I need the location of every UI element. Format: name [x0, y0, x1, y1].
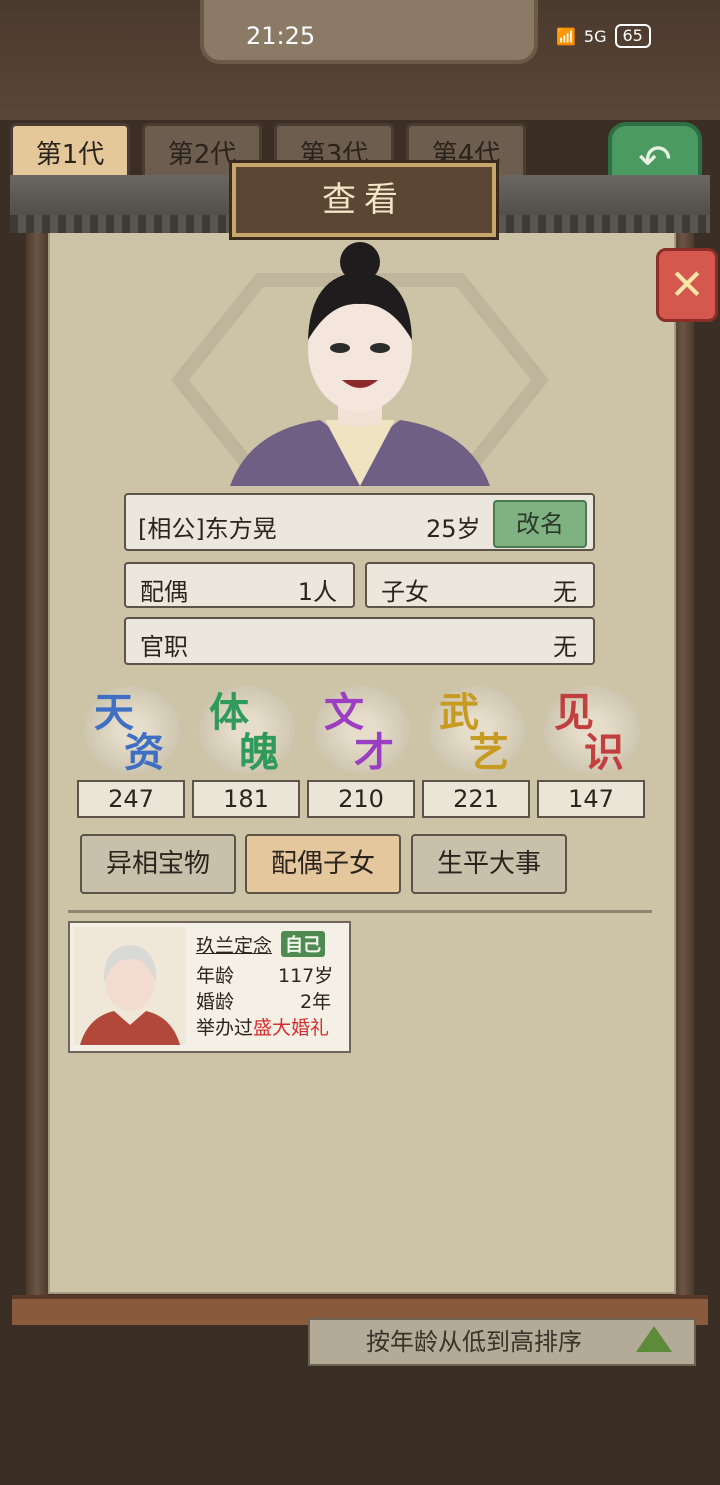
name-box: [相公]东方晃 25岁 改名	[124, 493, 595, 551]
attribute-value-insight: 147	[537, 780, 645, 818]
battery-icon: 65	[614, 24, 651, 48]
close-button[interactable]: ✕	[656, 248, 718, 322]
spouse-value: 1人	[297, 578, 337, 606]
attribute-value-talent: 247	[77, 780, 185, 818]
attribute-value-literature: 210	[307, 780, 415, 818]
tab-spouse-children[interactable]: 配偶子女	[245, 834, 401, 894]
wedding-prefix: 举办过	[196, 1017, 254, 1039]
attribute-char: 资	[124, 729, 164, 776]
tab-treasures[interactable]: 异相宝物	[80, 834, 236, 894]
rename-button[interactable]: 改名	[493, 500, 587, 548]
wedding-row: 举办过盛大婚礼	[196, 1013, 329, 1040]
spouse-box: 配偶 1人	[124, 562, 355, 608]
x-icon: ✕	[669, 260, 705, 309]
spouse-age-value: 117岁	[278, 965, 334, 987]
wifi-icon: 📶	[556, 26, 576, 46]
self-tag: 自己	[281, 931, 325, 957]
attribute-value-martial: 221	[422, 780, 530, 818]
marriage-label: 婚龄	[196, 991, 235, 1013]
children-value: 无	[553, 578, 577, 606]
children-box: 子女 无	[365, 562, 595, 608]
spouse-age-label: 年龄	[196, 965, 235, 987]
marriage-row: 婚龄 2年	[196, 987, 331, 1014]
attribute-literature: 文 才	[308, 680, 416, 780]
attribute-martial: 武 艺	[423, 680, 531, 780]
attribute-value-physique: 181	[192, 780, 300, 818]
office-label: 官职	[140, 633, 188, 661]
office-value: 无	[553, 633, 577, 661]
network-label: 5G	[583, 26, 607, 46]
attribute-insight: 见 识	[538, 680, 646, 780]
children-label: 子女	[381, 578, 429, 606]
dialog-title: 查看	[232, 163, 496, 237]
spouse-label: 配偶	[140, 578, 188, 606]
attribute-talent: 天 资	[78, 680, 186, 780]
office-box: 官职 无	[124, 617, 595, 665]
spouse-age-row: 年龄 117岁	[196, 961, 333, 988]
attribute-char: 艺	[469, 729, 509, 776]
attribute-char: 识	[584, 729, 624, 776]
character-name: [相公]东方晃	[138, 515, 277, 543]
attribute-char: 才	[354, 729, 394, 776]
attribute-physique: 体 魄	[193, 680, 301, 780]
section-divider	[68, 910, 652, 913]
spouse-name: 玖兰定念	[196, 935, 273, 957]
character-portrait	[171, 242, 549, 486]
attribute-char: 魄	[239, 729, 279, 776]
status-icons: 📶 5G 65	[556, 24, 651, 48]
wedding-value: 盛大婚礼	[253, 1017, 330, 1039]
status-time: 21:25	[246, 22, 316, 50]
spouse-portrait	[74, 927, 186, 1045]
character-age: 25岁	[426, 515, 481, 543]
sort-triangle-icon[interactable]	[636, 1326, 672, 1352]
marriage-value: 2年	[300, 991, 332, 1013]
tab-life-events[interactable]: 生平大事	[411, 834, 567, 894]
spouse-card[interactable]: 玖兰定念 自己 年龄 117岁 婚龄 2年 举办过盛大婚礼	[68, 921, 351, 1053]
left-pillar	[26, 225, 48, 1305]
